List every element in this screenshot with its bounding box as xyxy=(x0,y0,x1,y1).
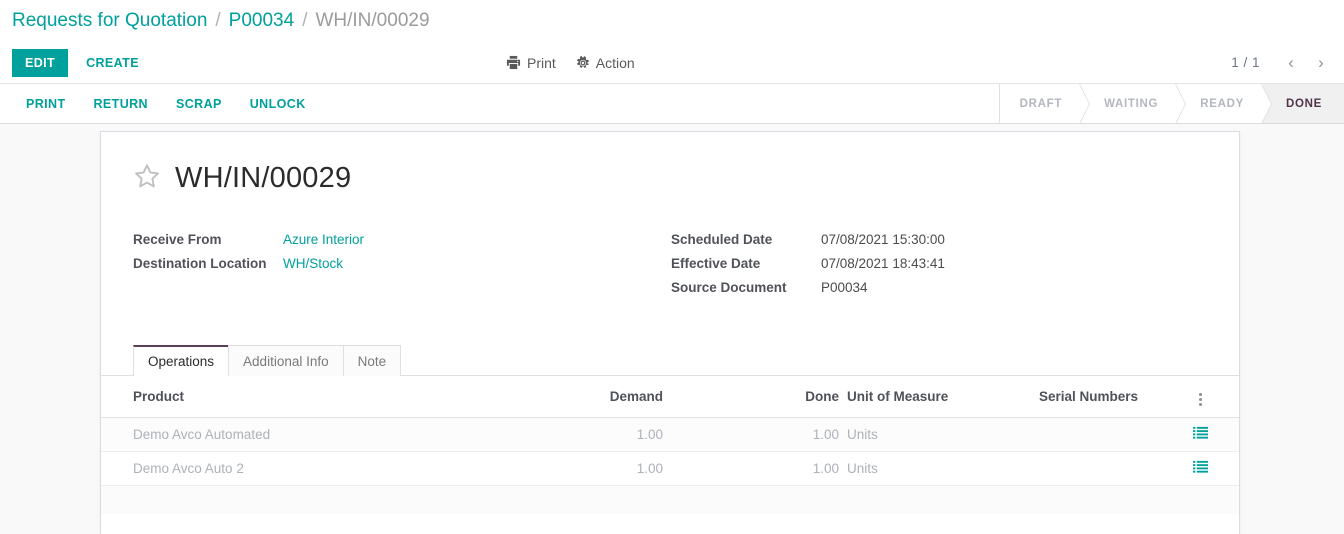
pager-count: 1 / 1 xyxy=(1231,55,1260,70)
create-button[interactable]: CREATE xyxy=(76,49,149,77)
header-product[interactable]: Product xyxy=(133,376,481,418)
cell-serial-numbers xyxy=(1039,417,1159,452)
cell-unit-of-measure: Units xyxy=(839,451,1039,486)
cell-unit-of-measure: Units xyxy=(839,417,1039,452)
header-demand[interactable]: Demand xyxy=(481,376,663,418)
table-row[interactable]: Demo Avco Automated 1.00 1.00 Units xyxy=(101,417,1239,452)
field-source-document: Source Document P00034 xyxy=(671,280,1207,304)
table-header: Product Demand Done Unit of Measure Seri… xyxy=(101,376,1239,418)
record-fields: Receive From Azure Interior Destination … xyxy=(133,232,1207,304)
breadcrumb-separator: / xyxy=(215,10,221,31)
printer-icon xyxy=(506,55,521,70)
table-body: Demo Avco Automated 1.00 1.00 Units Demo… xyxy=(101,417,1239,514)
unlock-button[interactable]: UNLOCK xyxy=(238,91,318,117)
row-spacer xyxy=(101,417,133,452)
cell-serial-numbers xyxy=(1039,451,1159,486)
print-label: Print xyxy=(527,54,556,71)
breadcrumb: Requests for Quotation / P00034 / WH/IN/… xyxy=(0,0,1344,42)
tab-additional-info[interactable]: Additional Info xyxy=(228,345,344,376)
breadcrumb-separator: / xyxy=(302,10,308,31)
scrap-button[interactable]: SCRAP xyxy=(164,91,234,117)
table-empty-row xyxy=(101,485,1239,514)
status-draft[interactable]: DRAFT xyxy=(999,84,1091,124)
status-pipeline: DRAFT WAITING READY DONE xyxy=(998,84,1344,124)
cell-demand: 1.00 xyxy=(481,451,663,486)
header-done[interactable]: Done xyxy=(663,376,839,418)
chevron-left-icon[interactable]: ‹ xyxy=(1278,50,1304,76)
field-value-destination-location[interactable]: WH/Stock xyxy=(283,256,343,271)
table-row[interactable]: Demo Avco Auto 2 1.00 1.00 Units xyxy=(101,451,1239,486)
edit-button[interactable]: EDIT xyxy=(12,48,69,77)
odoo-form-view: Requests for Quotation / P00034 / WH/IN/… xyxy=(0,0,1344,534)
field-label: Receive From xyxy=(133,232,222,247)
breadcrumb-item-current: WH/IN/00029 xyxy=(315,10,430,31)
pager: 1 / 1 ‹ › xyxy=(1231,50,1334,76)
list-lines-icon[interactable] xyxy=(1192,460,1208,477)
form-sheet: WH/IN/00029 Receive From Azure Interior … xyxy=(100,131,1240,534)
status-bar: PRINT RETURN SCRAP UNLOCK DRAFT WAITING … xyxy=(0,84,1344,124)
star-outline-icon[interactable] xyxy=(133,162,161,195)
field-label: Destination Location xyxy=(133,256,267,271)
field-label: Scheduled Date xyxy=(671,232,773,247)
cell-product: Demo Avco Auto 2 xyxy=(133,451,481,486)
control-panel-actions: Print Action xyxy=(506,55,635,71)
optional-columns-toggle[interactable] xyxy=(1159,376,1239,418)
fields-column-right: Scheduled Date 07/08/2021 15:30:00 Effec… xyxy=(671,232,1207,304)
field-label: Source Document xyxy=(671,280,787,295)
header-unit-of-measure[interactable]: Unit of Measure xyxy=(839,376,1039,418)
status-ready[interactable]: READY xyxy=(1175,84,1272,124)
record-title-row: WH/IN/00029 xyxy=(133,162,1207,195)
table-header-row: Product Demand Done Unit of Measure Seri… xyxy=(101,376,1239,418)
cell-done: 1.00 xyxy=(663,451,839,486)
tab-note[interactable]: Note xyxy=(342,345,402,376)
control-panel: EDIT CREATE Print Action 1 / 1 ‹ › xyxy=(0,42,1344,84)
list-lines-icon[interactable] xyxy=(1192,426,1208,443)
notebook: Operations Additional Info Note Product … xyxy=(101,344,1239,514)
header-serial-numbers[interactable]: Serial Numbers xyxy=(1039,376,1159,418)
status-bar-buttons: PRINT RETURN SCRAP UNLOCK xyxy=(0,84,318,123)
status-done[interactable]: DONE xyxy=(1260,84,1344,123)
field-value-source-document: P00034 xyxy=(821,280,868,295)
action-menu[interactable]: Action xyxy=(576,55,635,71)
cell-demand: 1.00 xyxy=(481,417,663,452)
operations-table: Product Demand Done Unit of Measure Seri… xyxy=(101,376,1239,514)
cell-detail-action[interactable] xyxy=(1159,451,1239,486)
header-spacer xyxy=(101,376,133,418)
cell-product: Demo Avco Automated xyxy=(133,417,481,452)
notebook-tabs: Operations Additional Info Note xyxy=(101,344,1239,376)
cell-detail-action[interactable] xyxy=(1159,417,1239,452)
breadcrumb-item-p00034[interactable]: P00034 xyxy=(229,10,295,32)
field-value-scheduled-date: 07/08/2021 15:30:00 xyxy=(821,232,945,247)
vertical-dots-icon[interactable] xyxy=(1195,391,1206,408)
return-button[interactable]: RETURN xyxy=(82,91,160,117)
breadcrumb-item-requests-for-quotation[interactable]: Requests for Quotation xyxy=(12,10,207,32)
print-button[interactable]: PRINT xyxy=(14,91,78,117)
row-spacer xyxy=(101,451,133,486)
page-title: WH/IN/00029 xyxy=(175,162,352,194)
fields-column-left: Receive From Azure Interior Destination … xyxy=(133,232,671,304)
field-label: Effective Date xyxy=(671,256,761,271)
empty-row-cell xyxy=(101,485,1239,514)
chevron-right-icon[interactable]: › xyxy=(1308,50,1334,76)
field-value-receive-from[interactable]: Azure Interior xyxy=(283,232,364,247)
cell-done: 1.00 xyxy=(663,417,839,452)
status-waiting[interactable]: WAITING xyxy=(1079,84,1187,124)
field-effective-date: Effective Date 07/08/2021 18:43:41 xyxy=(671,256,1207,280)
field-receive-from: Receive From Azure Interior xyxy=(133,232,671,256)
tab-operations[interactable]: Operations xyxy=(133,345,230,376)
field-destination-location: Destination Location WH/Stock xyxy=(133,256,671,280)
field-scheduled-date: Scheduled Date 07/08/2021 15:30:00 xyxy=(671,232,1207,256)
action-label: Action xyxy=(595,54,635,71)
print-menu[interactable]: Print xyxy=(506,55,556,71)
field-value-effective-date: 07/08/2021 18:43:41 xyxy=(821,256,945,271)
gear-icon xyxy=(576,55,590,70)
